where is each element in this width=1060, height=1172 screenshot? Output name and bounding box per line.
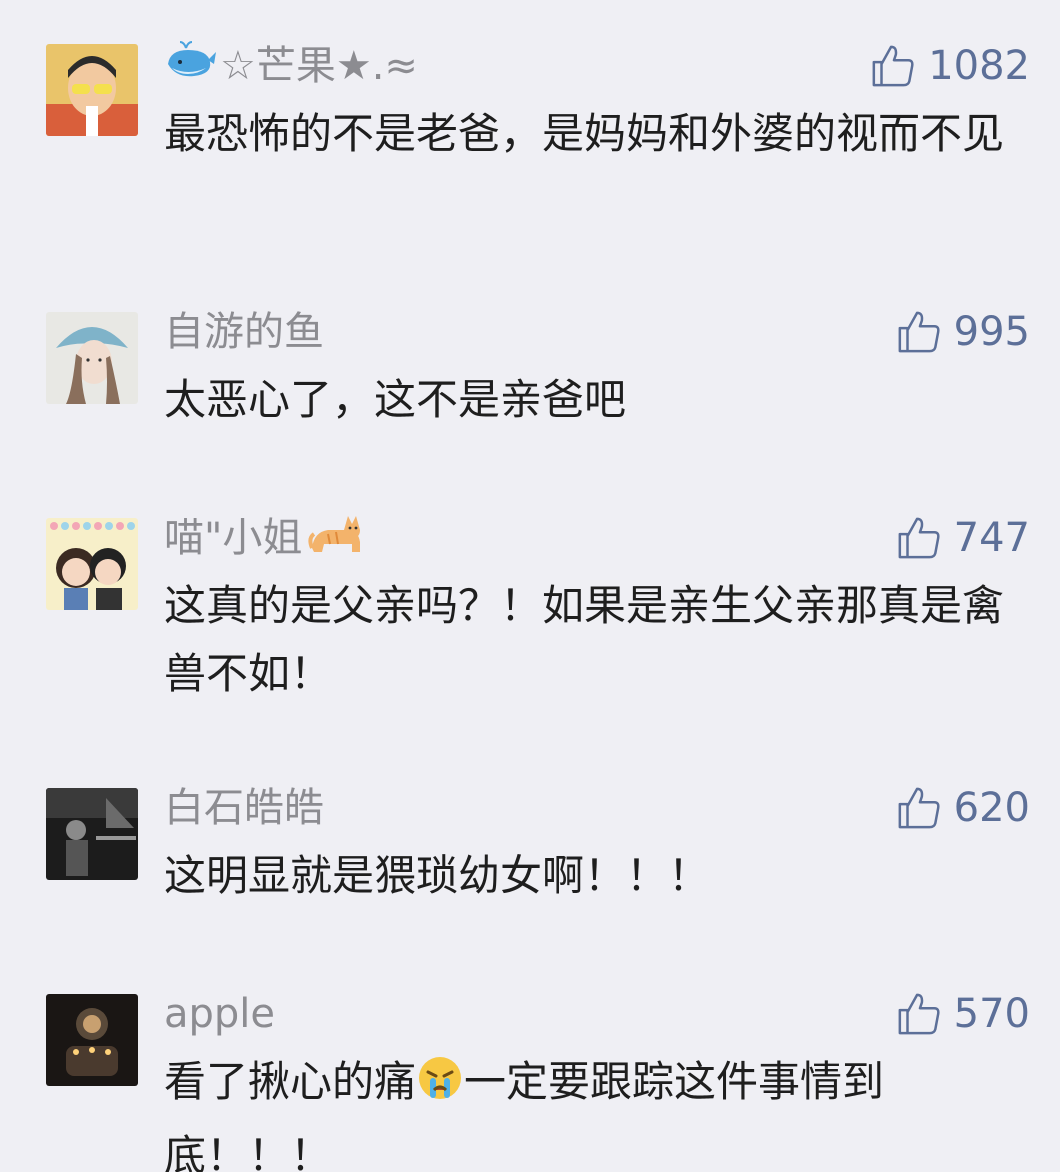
like-button[interactable]: 620 xyxy=(896,782,1030,834)
username-text: 喵"小姐 xyxy=(164,515,303,561)
username[interactable]: apple xyxy=(164,988,275,1040)
username[interactable]: 自游的鱼 xyxy=(164,306,324,358)
username[interactable]: 喵"小姐 xyxy=(164,512,364,564)
illustrated-girl-avatar xyxy=(46,312,138,404)
like-count: 747 xyxy=(953,515,1030,561)
whale-emoji-icon xyxy=(164,40,216,93)
comment-text: 这真的是父亲吗？！如果是亲生父亲那真是禽兽不如！ xyxy=(164,581,1005,698)
avatar[interactable] xyxy=(46,312,138,404)
like-button[interactable]: 1082 xyxy=(870,40,1030,92)
like-button[interactable]: 747 xyxy=(896,512,1030,564)
thumbs-up-icon xyxy=(872,45,914,87)
like-count: 570 xyxy=(953,991,1030,1037)
boy-with-sunglasses-avatar xyxy=(46,44,138,136)
cartoon-couple-avatar xyxy=(46,518,138,610)
crying-face-emoji-icon xyxy=(416,1054,464,1122)
avatar[interactable] xyxy=(46,788,138,880)
avatar[interactable] xyxy=(46,518,138,610)
comment-text: 看了揪心的痛 一定要跟踪这件事情到底！！！ xyxy=(164,1048,1004,1172)
comment-text: 太恶心了，这不是亲爸吧 xyxy=(164,375,627,424)
like-button[interactable]: 570 xyxy=(896,988,1030,1040)
thumbs-up-icon xyxy=(898,311,940,353)
candle-photo-avatar xyxy=(46,994,138,1086)
dark-photo-avatar xyxy=(46,788,138,880)
comment-text: 最恐怖的不是老爸，是妈妈和外婆的视而不见 xyxy=(164,109,1005,158)
username-text: ☆芒果★.≈ xyxy=(220,43,418,89)
thumbs-up-icon xyxy=(898,993,940,1035)
like-button[interactable]: 995 xyxy=(896,306,1030,358)
thumbs-up-icon xyxy=(898,787,940,829)
comment-list: ☆芒果★.≈ 1082 最恐怖的不是老爸，是妈妈和外婆的视而不见 自游的鱼 99… xyxy=(0,0,1060,1172)
username-text: 自游的鱼 xyxy=(164,309,324,355)
thumbs-up-icon xyxy=(898,517,940,559)
avatar[interactable] xyxy=(46,994,138,1086)
like-count: 995 xyxy=(953,309,1030,355)
comment-text: 这明显就是猥琐幼女啊！！！ xyxy=(164,851,711,900)
username[interactable]: 白石皓皓 xyxy=(164,782,324,834)
username[interactable]: ☆芒果★.≈ xyxy=(164,40,418,92)
like-count: 1082 xyxy=(928,43,1030,89)
username-text: 白石皓皓 xyxy=(164,785,324,831)
username-text: apple xyxy=(164,991,276,1037)
like-count: 620 xyxy=(953,785,1030,831)
cat-emoji-icon xyxy=(308,508,364,569)
comment-text-part: 看了揪心的痛 xyxy=(164,1057,417,1106)
avatar[interactable] xyxy=(46,44,138,136)
